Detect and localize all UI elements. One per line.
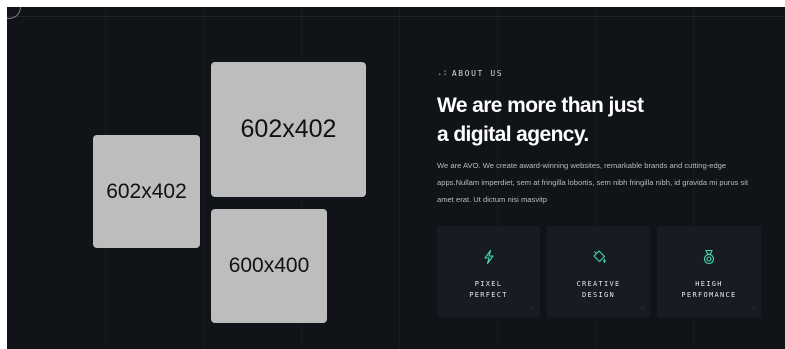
section-title: We are more than just a digital agency. xyxy=(437,91,644,149)
placeholder-image-bottom: 600x400 xyxy=(211,209,327,323)
feature-card-creative-design[interactable]: CREATIVE DESIGN .: xyxy=(547,226,650,317)
paint-bucket-icon xyxy=(592,250,606,263)
corner-circle-icon[interactable] xyxy=(7,7,21,19)
grid-line xyxy=(203,7,204,349)
feature-card-heigh-perfomance[interactable]: HEIGH PERFOMANCE .: xyxy=(657,226,761,317)
feature-label: HEIGH PERFOMANCE xyxy=(681,280,737,299)
section-eyebrow: .: ABOUT US xyxy=(437,68,503,78)
eyebrow-dots-icon: .: xyxy=(437,68,448,78)
feature-label: CREATIVE DESIGN xyxy=(576,280,621,299)
placeholder-image-small: 602x402 xyxy=(93,135,200,248)
title-line-2: a digital agency. xyxy=(437,123,589,146)
feature-label: PIXEL PERFECT xyxy=(469,280,508,299)
placeholder-image-large: 602x402 xyxy=(211,62,366,197)
feature-card-pixel-perfect[interactable]: PIXEL PERFECT .: xyxy=(437,226,540,317)
about-section: 602x402 602x402 600x400 .: ABOUT US We a… xyxy=(7,7,785,349)
eyebrow-label: ABOUT US xyxy=(451,68,504,78)
medal-icon xyxy=(703,249,715,265)
title-line-1: We are more than just xyxy=(437,94,644,117)
grid-line xyxy=(399,7,400,349)
corner-dots-icon: .: xyxy=(640,305,644,311)
corner-dots-icon: .: xyxy=(530,305,534,311)
section-description: We are AVO. We create award-winning webs… xyxy=(437,161,749,204)
lightning-icon xyxy=(483,249,494,265)
corner-dots-icon: .: xyxy=(751,305,755,311)
top-divider xyxy=(7,16,785,17)
